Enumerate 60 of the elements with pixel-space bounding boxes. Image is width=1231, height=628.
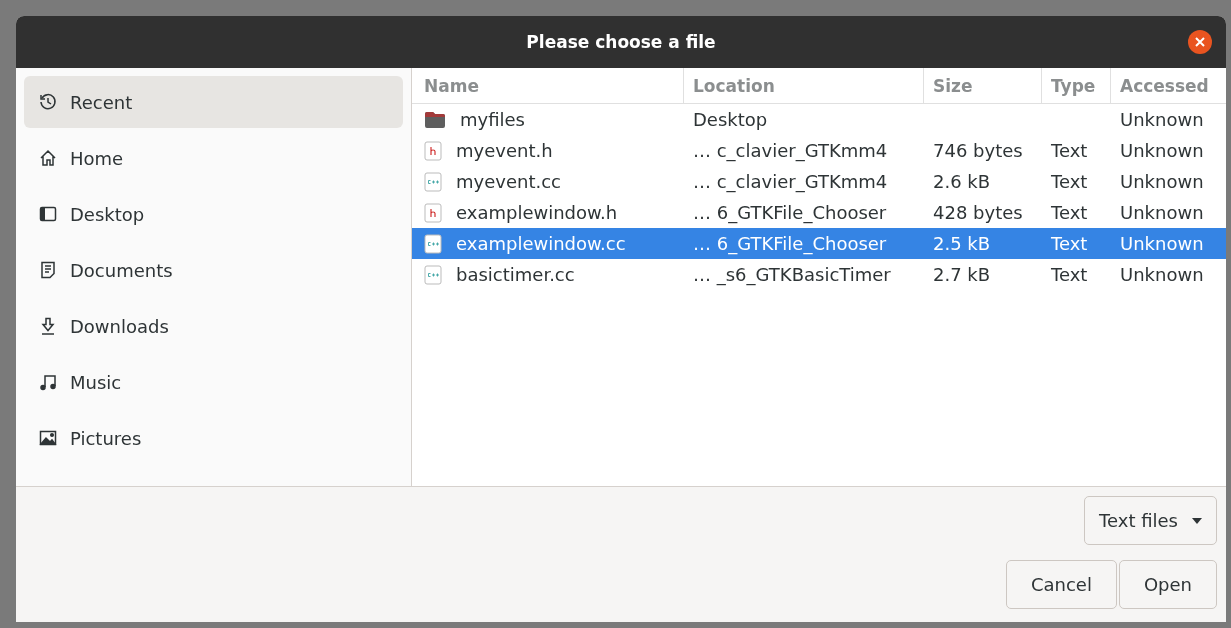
- file-size: 2.5 kB: [933, 233, 991, 254]
- file-type: Text: [1051, 171, 1088, 192]
- file-row[interactable]: myevent.h … c_clavier_GTKmm4 746 bytes Text Unknown: [412, 135, 1226, 166]
- file-type: Text: [1051, 140, 1088, 161]
- file-size: 2.7 kB: [933, 264, 991, 285]
- file-accessed: Unknown: [1120, 264, 1204, 285]
- file-type: Text: [1051, 202, 1088, 223]
- sidebar-item[interactable]: Pictures: [24, 412, 403, 464]
- file-accessed: Unknown: [1120, 233, 1204, 254]
- file-location: … 6_GTKFile_Chooser: [693, 233, 887, 254]
- sidebar-item[interactable]: Documents: [24, 244, 403, 296]
- window-title: Please choose a file: [526, 32, 716, 52]
- file-name: basictimer.cc: [456, 264, 575, 285]
- music-note-icon: [38, 372, 58, 392]
- file-location: … c_clavier_GTKmm4: [693, 171, 888, 192]
- file-row[interactable]: examplewindow.cc … 6_GTKFile_Chooser 2.5 kB Text Unknown: [412, 228, 1226, 259]
- file-type-dropdown[interactable]: Text files: [1084, 496, 1217, 545]
- file-name: myfiles: [460, 109, 525, 130]
- file-location: Desktop: [693, 109, 768, 130]
- close-button[interactable]: [1188, 30, 1212, 54]
- folder-icon: [424, 109, 446, 130]
- file-location: … _s6_GTKBasicTimer: [693, 264, 891, 285]
- file-accessed: Unknown: [1120, 171, 1204, 192]
- file-accessed: Unknown: [1120, 109, 1204, 130]
- file-location: … 6_GTKFile_Chooser: [693, 202, 887, 223]
- file-row[interactable]: myevent.cc … c_clavier_GTKmm4 2.6 kB Text Unknown: [412, 166, 1226, 197]
- close-icon: [1194, 36, 1206, 48]
- file-accessed: Unknown: [1120, 202, 1204, 223]
- home-icon: [38, 148, 58, 168]
- sidebar-item[interactable]: Home: [24, 132, 403, 184]
- file-name: myevent.h: [456, 140, 553, 161]
- open-button[interactable]: Open: [1118, 560, 1217, 609]
- file-row[interactable]: myfiles Desktop Unknown: [412, 104, 1226, 135]
- cancel-button[interactable]: Cancel: [1005, 560, 1117, 609]
- file-size: 2.6 kB: [933, 171, 991, 192]
- file-name: examplewindow.cc: [456, 233, 626, 254]
- cpp-file-icon: [424, 171, 442, 192]
- file-location: … c_clavier_GTKmm4: [693, 140, 888, 161]
- header-file-icon: [424, 140, 442, 161]
- caret-icon: [1192, 517, 1202, 524]
- document-icon: [38, 260, 58, 280]
- sidebar-item[interactable]: Recent: [24, 76, 403, 128]
- clock-icon: [38, 92, 58, 112]
- file-row[interactable]: examplewindow.h … 6_GTKFile_Chooser 428 bytes Text Unknown: [412, 197, 1226, 228]
- image-icon: [38, 428, 58, 448]
- cpp-file-icon: [424, 264, 442, 285]
- sidebar-item[interactable]: Music: [24, 356, 403, 408]
- file-size: 746 bytes: [933, 140, 1023, 161]
- file-size: 428 bytes: [933, 202, 1023, 223]
- header-file-icon: [424, 202, 442, 223]
- sidebar-item[interactable]: Desktop: [24, 188, 403, 240]
- sidebar-item[interactable]: Downloads: [24, 300, 403, 352]
- file-accessed: Unknown: [1120, 140, 1204, 161]
- cpp-file-icon: [424, 233, 442, 254]
- file-row[interactable]: basictimer.cc … _s6_GTKBasicTimer 2.7 kB Text Unknown: [412, 259, 1226, 290]
- file-name: examplewindow.h: [456, 202, 618, 223]
- file-name: myevent.cc: [456, 171, 561, 192]
- file-type: Text: [1051, 233, 1088, 254]
- file-type: Text: [1051, 264, 1088, 285]
- monitor-icon: [38, 204, 58, 224]
